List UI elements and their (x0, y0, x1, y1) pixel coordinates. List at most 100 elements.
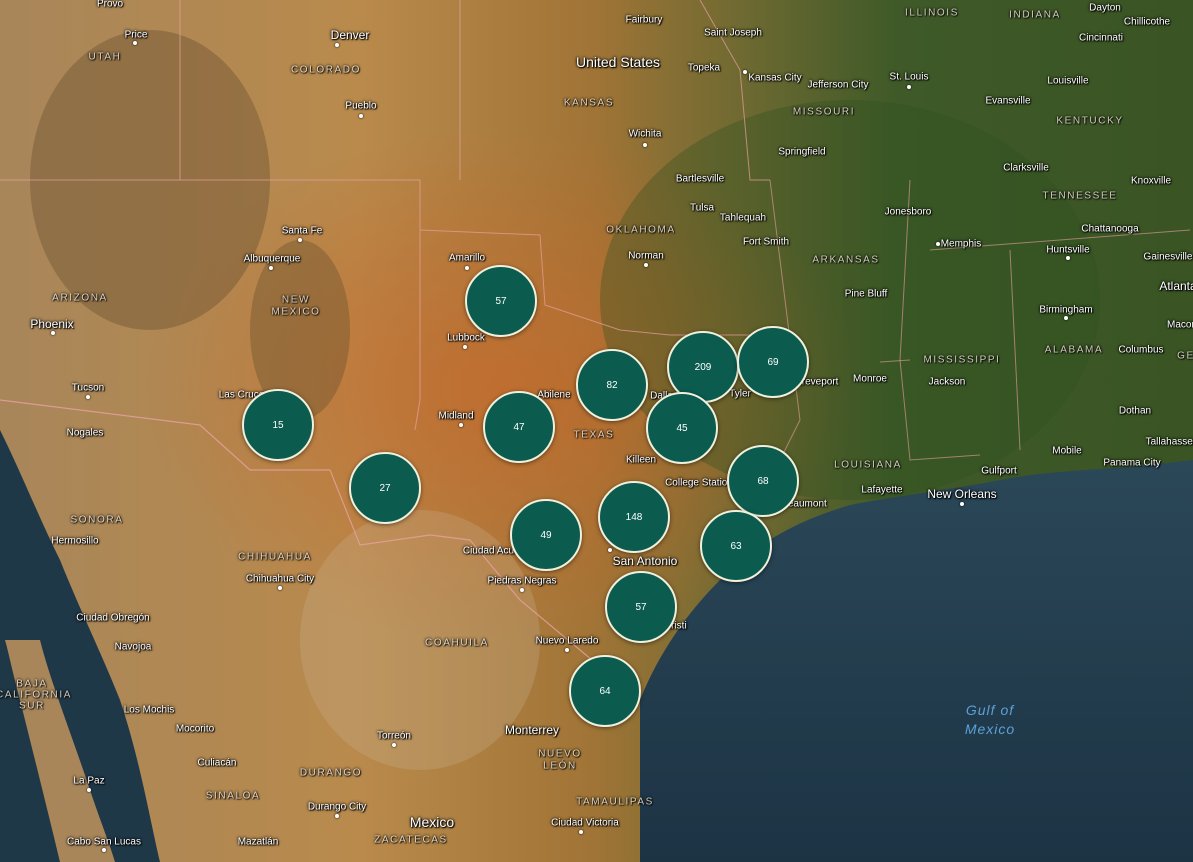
city-marker (936, 242, 940, 246)
region-label: NEW (281, 294, 311, 306)
region-label: LEÓN (543, 760, 577, 772)
city-label: Jackson (928, 376, 966, 388)
cluster-count: 69 (767, 356, 779, 368)
region-label: ILLINOIS (905, 7, 959, 19)
city-marker (520, 588, 524, 592)
city-label: Dayton (1089, 2, 1121, 14)
city-marker (1064, 316, 1068, 320)
region-label: TENNESSEE (1042, 190, 1118, 202)
cluster-marker[interactable]: 57 (605, 571, 677, 643)
cluster-marker[interactable]: 69 (737, 326, 809, 398)
region-label: ARIZONA (52, 292, 108, 304)
cluster-marker[interactable]: 63 (700, 510, 772, 582)
cluster-count: 27 (379, 482, 391, 494)
city-label: Cabo San Lucas (67, 836, 141, 848)
city-marker (86, 395, 90, 399)
region-label: BAJA (16, 678, 48, 690)
city-label: Mobile (1052, 445, 1082, 457)
city-label: Tyler (729, 388, 751, 400)
city-marker (269, 266, 273, 270)
city-marker (298, 238, 302, 242)
city-marker (359, 114, 363, 118)
cluster-marker[interactable]: 82 (576, 349, 648, 421)
city-label: Fairbury (625, 14, 663, 26)
region-label: SONORA (70, 514, 124, 526)
city-marker (392, 743, 396, 747)
city-label: Evansville (985, 95, 1031, 107)
city-label: Columbus (1118, 344, 1164, 356)
city-label: Navojoa (114, 641, 152, 653)
city-marker (743, 70, 747, 74)
city-label: Mocorito (175, 723, 215, 735)
water-label: Gulf of (965, 702, 1015, 718)
cluster-marker[interactable]: 64 (569, 655, 641, 727)
region-label: NUEVO (538, 748, 582, 760)
cluster-marker[interactable]: 57 (465, 265, 537, 337)
cluster-marker[interactable]: 45 (646, 392, 718, 464)
city-marker (465, 266, 469, 270)
city-label: Saint Joseph (704, 27, 762, 39)
city-marker (565, 648, 569, 652)
city-label: Macon (1166, 319, 1193, 331)
city-label: Dothan (1118, 405, 1152, 417)
map-view[interactable]: United States Mexico UTAH COLORADO KANSA… (0, 0, 1193, 862)
region-label: ALABAMA (1044, 344, 1104, 356)
city-label: Wichita (628, 128, 662, 140)
region-label: MISSOURI (792, 106, 856, 118)
city-marker (102, 848, 106, 852)
city-label: Chattanooga (1081, 223, 1139, 235)
city-label: Provo (96, 0, 124, 10)
city-marker (335, 43, 339, 47)
cluster-count: 47 (513, 421, 525, 433)
city-label: Santa Fe (281, 225, 323, 237)
cluster-marker[interactable]: 15 (242, 389, 314, 461)
cluster-count: 15 (272, 419, 284, 431)
region-label: CALIFORNIA (0, 689, 73, 701)
city-label: Bartlesville (675, 173, 725, 185)
city-label: Killeen (625, 454, 657, 466)
city-label: Culiacán (197, 757, 237, 769)
city-label: Los Mochis (123, 704, 175, 716)
city-label: Atlanta (1159, 279, 1193, 293)
cluster-marker[interactable]: 68 (727, 445, 799, 517)
country-label-united-states: United States (575, 54, 661, 70)
city-label: Denver (330, 28, 370, 42)
city-label: La Paz (73, 775, 105, 787)
cluster-marker[interactable]: 49 (510, 499, 582, 571)
city-label: Clarksville (1003, 162, 1049, 174)
city-label: Gainesville (1143, 251, 1193, 263)
region-label: KENTUCKY (1056, 115, 1124, 127)
region-label: INDIANA (1009, 9, 1061, 21)
city-label: Chillicothe (1123, 16, 1171, 28)
city-marker (278, 586, 282, 590)
country-label-mexico: Mexico (409, 814, 455, 830)
cluster-count: 68 (757, 475, 769, 487)
city-label: Nogales (66, 427, 104, 439)
city-label: Torreón (377, 730, 411, 742)
city-label: Memphis (940, 238, 982, 250)
region-label: CHIHUAHUA (238, 551, 312, 563)
city-label: Amarillo (448, 252, 486, 264)
city-label: St. Louis (889, 71, 929, 83)
region-label: MEXICO (271, 306, 321, 318)
region-label: UTAH (88, 51, 122, 63)
cluster-marker[interactable]: 27 (349, 452, 421, 524)
region-label: ZACATECAS (374, 834, 448, 846)
city-label: Jonesboro (884, 206, 932, 218)
city-label: Chihuahua City (245, 573, 315, 585)
cluster-marker[interactable]: 148 (598, 481, 670, 553)
city-label: Jefferson City (807, 79, 869, 91)
region-label: TAMAULIPAS (576, 796, 654, 808)
city-marker (51, 331, 55, 335)
cluster-count: 57 (495, 295, 507, 307)
city-label: College Station (665, 477, 733, 489)
cluster-marker[interactable]: 47 (483, 391, 555, 463)
city-label: Pine Bluff (844, 288, 888, 300)
region-label: DURANGO (299, 767, 363, 779)
city-marker (1066, 256, 1070, 260)
city-label: Monterrey (504, 723, 560, 737)
cluster-count: 63 (730, 540, 742, 552)
city-label: Nuevo Laredo (535, 635, 599, 647)
city-label: Knoxville (1130, 175, 1172, 187)
city-label: Huntsville (1046, 244, 1090, 256)
